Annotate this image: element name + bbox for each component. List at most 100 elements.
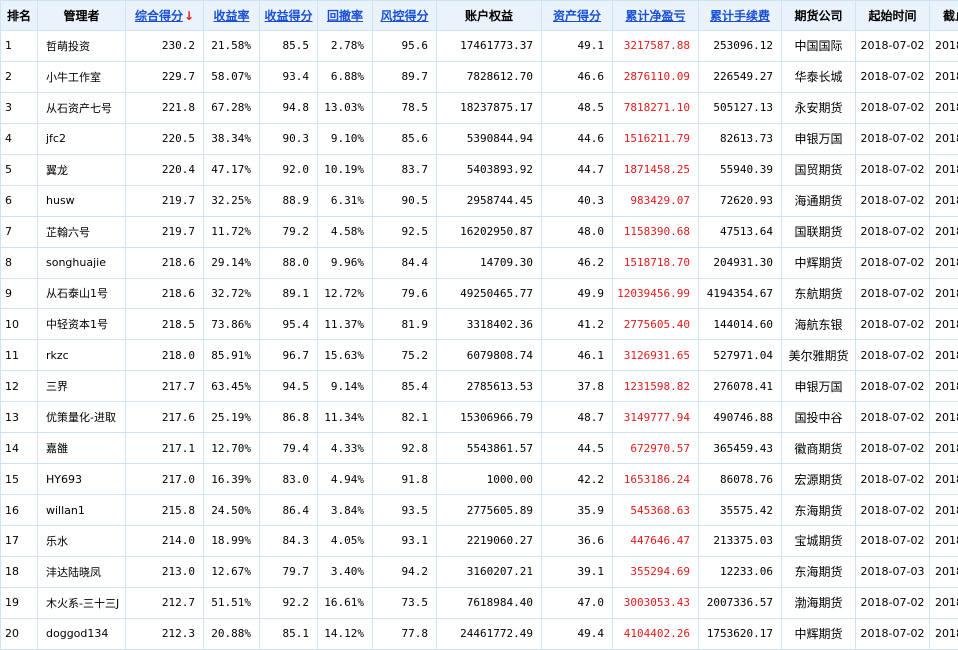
sort-cum-pnl[interactable]: 累计净盈亏: [613, 1, 699, 31]
cell-return-rate: 51.51%: [204, 587, 260, 618]
sort-asset-score[interactable]: 资产得分: [542, 1, 613, 31]
sort-cum-fee[interactable]: 累计手续费: [699, 1, 782, 31]
cell-end-date: 2018-12-18: [930, 556, 958, 587]
cell-drawdown: 2.78%: [318, 31, 373, 62]
cell-cum-pnl: 3217587.88: [613, 31, 699, 62]
cell-asset-score: 44.5: [542, 433, 613, 464]
cell-end-date: 2018-12-17: [930, 216, 958, 247]
cell-risk-score: 93.1: [373, 526, 437, 557]
cell-return-score: 86.4: [260, 495, 318, 526]
header-equity: 账户权益: [437, 1, 542, 31]
header-row: 排名 管理者 综合得分↓ 收益率 收益得分 回撤率 风控得分 账户权益 资产得分…: [1, 1, 958, 31]
cell-end-date: 2018-12-18: [930, 31, 958, 62]
cell-risk-score: 73.5: [373, 587, 437, 618]
table-row: 5翼龙220.447.17%92.010.19%83.75403893.9244…: [1, 154, 958, 185]
sort-drawdown[interactable]: 回撤率: [318, 1, 373, 31]
cell-composite-score: 219.7: [126, 216, 204, 247]
cell-end-date: 2018-12-18: [930, 123, 958, 154]
cell-cum-pnl: 355294.69: [613, 556, 699, 587]
cell-end-date: 2018-12-18: [930, 185, 958, 216]
cell-cum-fee: 2007336.57: [699, 587, 782, 618]
cell-asset-score: 49.9: [542, 278, 613, 309]
cell-composite-score: 217.0: [126, 464, 204, 495]
cell-drawdown: 13.03%: [318, 92, 373, 123]
cell-cum-fee: 47513.64: [699, 216, 782, 247]
cell-rank: 14: [1, 433, 38, 464]
table-row: 13优策量化-进取217.625.19%86.811.34%82.1153069…: [1, 402, 958, 433]
cell-return-score: 89.1: [260, 278, 318, 309]
cell-cum-pnl: 3149777.94: [613, 402, 699, 433]
cell-asset-score: 48.0: [542, 216, 613, 247]
cell-cum-pnl: 12039456.99: [613, 278, 699, 309]
cell-return-score: 86.8: [260, 402, 318, 433]
cell-manager: 小牛工作室: [38, 61, 126, 92]
cell-asset-score: 39.1: [542, 556, 613, 587]
cell-rank: 13: [1, 402, 38, 433]
cell-cum-fee: 527971.04: [699, 340, 782, 371]
cell-return-rate: 29.14%: [204, 247, 260, 278]
cell-asset-score: 48.5: [542, 92, 613, 123]
cell-drawdown: 6.88%: [318, 61, 373, 92]
cell-equity: 6079808.74: [437, 340, 542, 371]
sort-return-rate[interactable]: 收益率: [204, 1, 260, 31]
cell-equity: 16202950.87: [437, 216, 542, 247]
cell-return-rate: 12.70%: [204, 433, 260, 464]
cell-return-score: 92.0: [260, 154, 318, 185]
cell-manager: husw: [38, 185, 126, 216]
cell-manager: 优策量化-进取: [38, 402, 126, 433]
cell-start-date: 2018-07-02: [856, 247, 930, 278]
header-asset-score-label: 资产得分: [553, 9, 601, 23]
sort-return-score[interactable]: 收益得分: [260, 1, 318, 31]
cell-asset-score: 44.6: [542, 123, 613, 154]
cell-equity: 2219060.27: [437, 526, 542, 557]
cell-company: 申银万国: [782, 123, 856, 154]
sort-composite-score[interactable]: 综合得分↓: [126, 1, 204, 31]
cell-manager: 中轻资本1号: [38, 309, 126, 340]
cell-return-rate: 25.19%: [204, 402, 260, 433]
cell-risk-score: 90.5: [373, 185, 437, 216]
cell-equity: 5390844.94: [437, 123, 542, 154]
cell-return-score: 83.0: [260, 464, 318, 495]
cell-return-score: 79.7: [260, 556, 318, 587]
cell-drawdown: 9.96%: [318, 247, 373, 278]
cell-risk-score: 83.7: [373, 154, 437, 185]
cell-start-date: 2018-07-02: [856, 495, 930, 526]
table-row: 3从石资产七号221.867.28%94.813.03%78.518237875…: [1, 92, 958, 123]
cell-composite-score: 230.2: [126, 31, 204, 62]
cell-asset-score: 46.1: [542, 340, 613, 371]
header-return-score-label: 收益得分: [264, 9, 312, 23]
cell-company: 宏源期货: [782, 464, 856, 495]
cell-manager: 从石泰山1号: [38, 278, 126, 309]
cell-equity: 2775605.89: [437, 495, 542, 526]
cell-manager: 嘉雒: [38, 433, 126, 464]
cell-manager: 乐水: [38, 526, 126, 557]
cell-cum-pnl: 447646.47: [613, 526, 699, 557]
cell-rank: 15: [1, 464, 38, 495]
sort-risk-score[interactable]: 风控得分: [373, 1, 437, 31]
cell-manager: HY693: [38, 464, 126, 495]
cell-company: 中辉期货: [782, 247, 856, 278]
cell-risk-score: 84.4: [373, 247, 437, 278]
cell-rank: 4: [1, 123, 38, 154]
cell-cum-fee: 365459.43: [699, 433, 782, 464]
cell-equity: 18237875.17: [437, 92, 542, 123]
cell-manager: rkzc: [38, 340, 126, 371]
cell-cum-fee: 12233.06: [699, 556, 782, 587]
cell-composite-score: 217.6: [126, 402, 204, 433]
cell-drawdown: 12.72%: [318, 278, 373, 309]
cell-asset-score: 37.8: [542, 371, 613, 402]
cell-risk-score: 91.8: [373, 464, 437, 495]
cell-manager: jfc2: [38, 123, 126, 154]
table-row: 10中轻资本1号218.573.86%95.411.37%81.93318402…: [1, 309, 958, 340]
cell-drawdown: 4.94%: [318, 464, 373, 495]
cell-return-rate: 73.86%: [204, 309, 260, 340]
cell-end-date: 2018-12-18: [930, 464, 958, 495]
cell-start-date: 2018-07-02: [856, 402, 930, 433]
cell-manager: 芷翰六号: [38, 216, 126, 247]
cell-cum-fee: 253096.12: [699, 31, 782, 62]
cell-rank: 7: [1, 216, 38, 247]
cell-start-date: 2018-07-02: [856, 31, 930, 62]
table-row: 18沣达陆晓凤213.012.67%79.73.40%94.23160207.2…: [1, 556, 958, 587]
cell-manager: 木火系-三十三J: [38, 587, 126, 618]
cell-risk-score: 93.5: [373, 495, 437, 526]
